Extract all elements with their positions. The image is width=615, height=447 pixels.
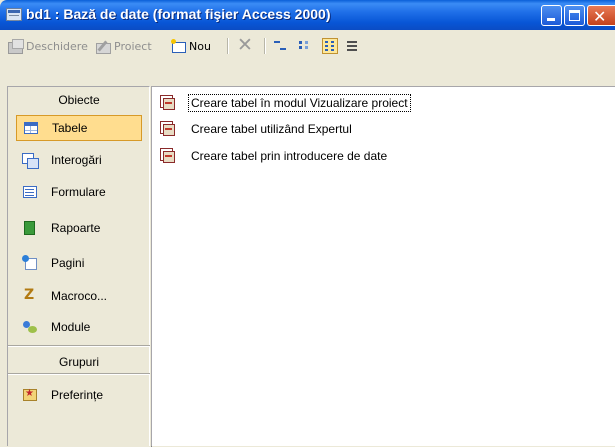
list-item[interactable]: Creare tabel prin introducere de date	[160, 146, 389, 166]
macro-icon	[22, 287, 38, 304]
large-icons-view-icon[interactable]	[272, 38, 288, 54]
nav-item-favorites[interactable]: Preferințe	[16, 382, 142, 408]
objects-panel: Obiecte Tabele Interogări Formulare Rapo…	[7, 86, 152, 447]
maximize-icon	[569, 10, 580, 21]
database-icon[interactable]	[6, 8, 22, 21]
nav-item-tables[interactable]: Tabele	[16, 115, 142, 141]
new-button[interactable]: Nou	[171, 37, 211, 55]
new-icon	[171, 39, 187, 53]
query-icon	[22, 152, 39, 169]
nav-item-label: Pagini	[51, 256, 85, 270]
design-button[interactable]: Proiect	[96, 37, 152, 55]
create-table-shortcut-icon	[160, 95, 177, 111]
list-item-label: Creare tabel în modul Vizualizare proiec…	[188, 94, 411, 112]
report-icon	[22, 220, 38, 236]
create-table-shortcut-icon	[160, 148, 177, 164]
large-icons-glyph	[274, 41, 280, 43]
nav-item-label: Module	[51, 320, 91, 334]
details-glyph	[347, 41, 357, 43]
nav-item-label: Preferințe	[51, 388, 104, 402]
toolbar-separator	[264, 38, 266, 54]
page-icon	[22, 255, 38, 271]
new-label: Nou	[189, 39, 211, 53]
objects-header[interactable]: Obiecte	[8, 90, 150, 110]
toolbar: Deschidere Proiect Nou ✕	[0, 30, 615, 60]
close-button[interactable]: ✕	[587, 5, 615, 26]
list-item[interactable]: Creare tabel utilizând Expertul	[160, 119, 354, 139]
form-icon	[22, 184, 38, 200]
groups-header[interactable]: Grupuri	[8, 352, 150, 372]
delete-x-icon[interactable]: ✕	[237, 34, 253, 56]
list-item-label: Creare tabel utilizând Expertul	[191, 122, 352, 136]
nav-item-label: Rapoarte	[51, 221, 101, 235]
list-item[interactable]: Creare tabel în modul Vizualizare proiec…	[160, 93, 411, 113]
toolbar-separator	[227, 38, 229, 54]
small-icons-view-icon[interactable]	[298, 38, 314, 54]
close-icon: ✕	[593, 7, 607, 26]
open-button[interactable]: Deschidere	[8, 37, 88, 55]
open-icon	[8, 39, 24, 54]
group-divider	[8, 373, 150, 375]
minimize-icon	[547, 18, 555, 21]
title-bar[interactable]: bd1 : Bază de date (format fişier Access…	[0, 0, 615, 30]
open-label: Deschidere	[26, 39, 88, 53]
minimize-button[interactable]	[541, 5, 562, 26]
nav-item-queries[interactable]: Interogări	[16, 147, 142, 173]
nav-item-forms[interactable]: Formulare	[16, 179, 142, 205]
list-item-label: Creare tabel prin introducere de date	[191, 149, 388, 163]
nav-item-label: Tabele	[52, 121, 88, 135]
window-title: bd1 : Bază de date (format fişier Access…	[26, 6, 331, 22]
design-label: Proiect	[114, 39, 152, 53]
list-view-icon[interactable]	[322, 38, 338, 54]
details-view-icon[interactable]	[345, 38, 361, 54]
favorites-folder-icon	[22, 387, 38, 403]
design-icon	[96, 39, 112, 54]
create-table-shortcut-icon	[160, 121, 177, 137]
table-icon	[23, 120, 39, 136]
small-icons-glyph	[299, 41, 302, 44]
nav-item-reports[interactable]: Rapoarte	[16, 215, 142, 241]
nav-item-label: Formulare	[51, 185, 106, 199]
maximize-button[interactable]	[564, 5, 585, 26]
module-icon	[22, 319, 38, 335]
nav-item-macros[interactable]: Macroco...	[16, 283, 142, 309]
nav-item-pages[interactable]: Pagini	[16, 250, 142, 276]
database-window: bd1 : Bază de date (format fişier Access…	[0, 0, 615, 447]
nav-item-label: Interogări	[51, 153, 102, 167]
list-glyph	[325, 41, 328, 43]
object-list: Creare tabel în modul Vizualizare proiec…	[151, 86, 615, 446]
large-icons-glyph	[280, 48, 286, 50]
nav-item-label: Macroco...	[51, 289, 108, 303]
nav-item-modules[interactable]: Module	[16, 314, 142, 340]
group-divider	[8, 345, 150, 347]
